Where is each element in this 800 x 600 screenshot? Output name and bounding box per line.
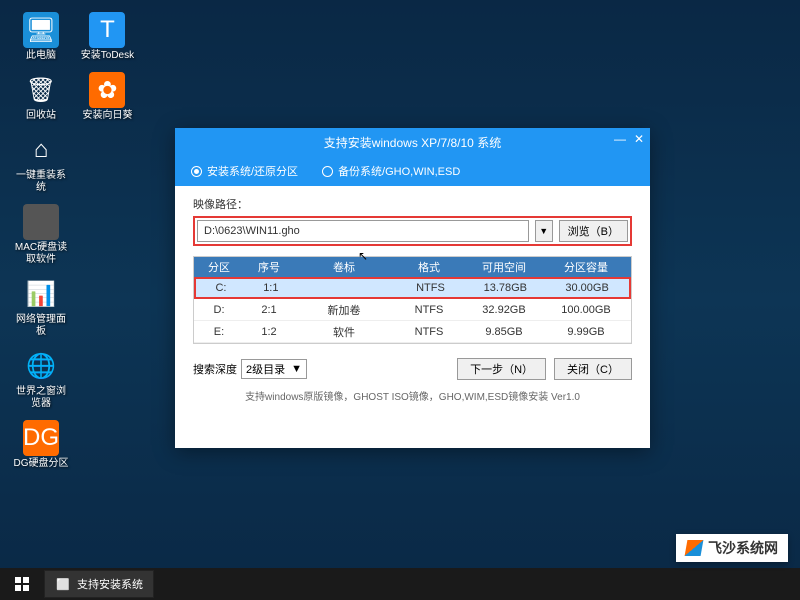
minimize-button[interactable]: — — [614, 132, 626, 146]
close-button[interactable]: ✕ — [634, 132, 644, 146]
close-button[interactable]: 关闭（C） — [554, 358, 632, 380]
taskbar: ⬜ 支持安装系统 — [0, 568, 800, 600]
table-row-e[interactable]: E: 1:2 软件 NTFS 9.85GB 9.99GB — [194, 321, 631, 343]
window-title: 支持安装windows XP/7/8/10 系统 — [324, 134, 501, 151]
radio-label: 备份系统/GHO,WIN,ESD — [338, 163, 460, 179]
desktop-icons-area: 🖥 此电脑 T 安装ToDesk 🗑 回收站 ✿ 安装向日葵 ⌂ 一键重装系统 … — [10, 10, 140, 478]
icon-label: MAC硬盘读取软件 — [13, 242, 69, 266]
path-value: D:\0623\WIN11.gho — [204, 225, 300, 237]
app-icon: ⬜ — [55, 576, 71, 592]
desktop-icon-todesk[interactable]: T 安装ToDesk — [79, 12, 135, 62]
browser-icon: 🌐 — [23, 348, 59, 384]
col-free: 可用空间 — [464, 257, 544, 277]
table-row-d[interactable]: D: 2:1 新加卷 NTFS 32.92GB 100.00GB — [194, 299, 631, 321]
radio-install-restore[interactable]: 安装系统/还原分区 — [191, 163, 298, 179]
sunflower-icon: ✿ — [89, 72, 125, 108]
desktop-icon-browser[interactable]: 🌐 世界之窗浏览器 — [13, 348, 69, 410]
titlebar-controls: — ✕ — [614, 132, 644, 146]
radio-label: 安装系统/还原分区 — [207, 163, 298, 179]
titlebar[interactable]: 支持安装windows XP/7/8/10 系统 — ✕ — [175, 128, 650, 156]
watermark-text: 飞沙系统网 — [708, 538, 778, 558]
radio-icon — [191, 166, 202, 177]
dg-icon: DG — [23, 420, 59, 456]
table-row-c[interactable]: C: 1:1 NTFS 13.78GB 30.00GB — [194, 277, 631, 299]
watermark: 飞沙系统网 — [676, 534, 788, 562]
network-icon: 📊 — [23, 276, 59, 312]
installer-window: 支持安装windows XP/7/8/10 系统 — ✕ 安装系统/还原分区 备… — [175, 128, 650, 448]
desktop-icon-sunflower[interactable]: ✿ 安装向日葵 — [79, 72, 135, 122]
col-fs: 格式 — [394, 257, 464, 277]
col-seq: 序号 — [244, 257, 294, 277]
icon-label: 世界之窗浏览器 — [13, 386, 69, 410]
table-header: 分区 序号 卷标 格式 可用空间 分区容量 — [194, 257, 631, 277]
icon-label: DG硬盘分区 — [13, 458, 69, 470]
search-depth: 搜索深度 2级目录 ▼ — [193, 359, 307, 379]
radio-backup[interactable]: 备份系统/GHO,WIN,ESD — [322, 163, 460, 179]
next-button[interactable]: 下一步（N） — [457, 358, 546, 380]
icon-label: 一键重装系统 — [13, 170, 69, 194]
footer-text: 支持windows原版镜像，GHOST ISO镜像，GHO,WIM,ESD镜像安… — [193, 388, 632, 403]
reinstall-icon: ⌂ — [23, 132, 59, 168]
recycle-icon: 🗑 — [23, 72, 59, 108]
taskbar-app-label: 支持安装系统 — [77, 576, 143, 592]
desktop-icon-reinstall[interactable]: ⌂ 一键重装系统 — [13, 132, 69, 194]
pc-icon: 🖥 — [23, 12, 59, 48]
path-label: 映像路径： — [193, 196, 632, 212]
icon-label: 此电脑 — [13, 50, 69, 62]
radio-icon — [322, 166, 333, 177]
col-total: 分区容量 — [544, 257, 628, 277]
col-drive: 分区 — [194, 257, 244, 277]
mode-options: 安装系统/还原分区 备份系统/GHO,WIN,ESD — [175, 156, 650, 186]
chevron-down-icon: ▼ — [291, 363, 302, 375]
path-row-highlight: D:\0623\WIN11.gho ▼ 浏览（B） — [193, 216, 632, 246]
browse-button[interactable]: 浏览（B） — [559, 220, 628, 242]
desktop-icon-network[interactable]: 📊 网络管理面板 — [13, 276, 69, 338]
desktop-icon-dg[interactable]: DG DG硬盘分区 — [13, 420, 69, 470]
icon-label: 网络管理面板 — [13, 314, 69, 338]
todesk-icon: T — [89, 12, 125, 48]
action-buttons: 下一步（N） 关闭（C） — [457, 358, 632, 380]
installer-body: 映像路径： D:\0623\WIN11.gho ▼ 浏览（B） 分区 序号 卷标… — [175, 186, 650, 411]
icon-label: 安装向日葵 — [79, 110, 135, 122]
bottom-row: 搜索深度 2级目录 ▼ 下一步（N） 关闭（C） — [193, 358, 632, 380]
taskbar-app-installer[interactable]: ⬜ 支持安装系统 — [44, 570, 154, 598]
mac-disk-icon — [23, 204, 59, 240]
desktop-icon-this-pc[interactable]: 🖥 此电脑 — [13, 12, 69, 62]
search-depth-select[interactable]: 2级目录 ▼ — [241, 359, 307, 379]
path-dropdown[interactable]: ▼ — [535, 220, 553, 242]
image-path-input[interactable]: D:\0623\WIN11.gho — [197, 220, 529, 242]
icon-label: 回收站 — [13, 110, 69, 122]
search-depth-label: 搜索深度 — [193, 361, 237, 377]
watermark-icon — [685, 540, 704, 556]
desktop-icon-mac[interactable]: MAC硬盘读取软件 — [13, 204, 69, 266]
icon-label: 安装ToDesk — [79, 50, 135, 62]
col-label: 卷标 — [294, 257, 394, 277]
windows-icon — [15, 577, 29, 591]
partition-table: 分区 序号 卷标 格式 可用空间 分区容量 C: 1:1 NTFS 13.78G… — [193, 256, 632, 344]
start-button[interactable] — [4, 568, 40, 600]
desktop-icon-recycle[interactable]: 🗑 回收站 — [13, 72, 69, 122]
